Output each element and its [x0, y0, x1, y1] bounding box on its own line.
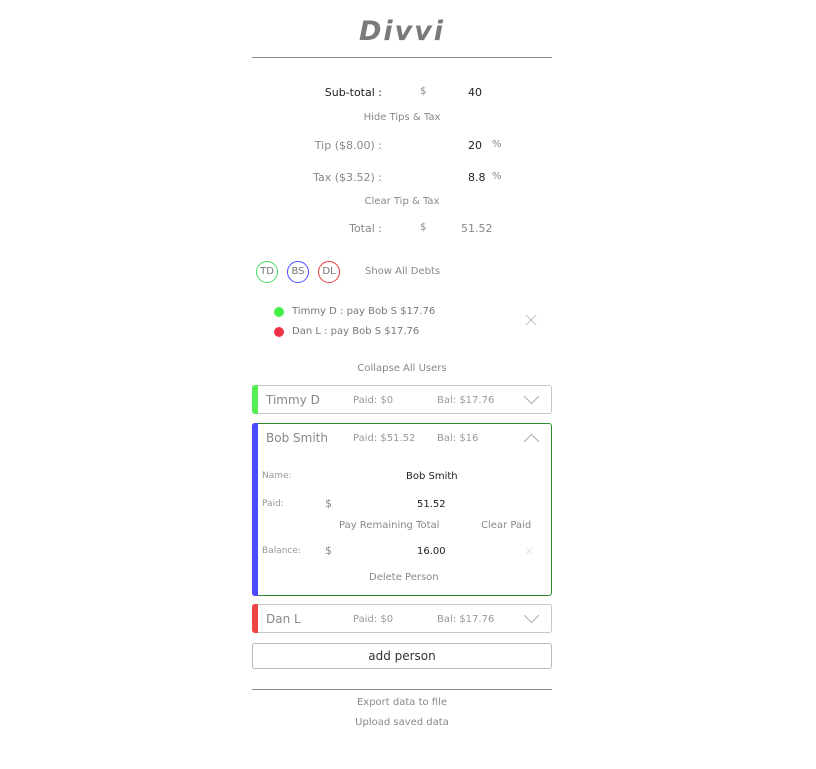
user-paid: Paid: $51.52 — [353, 433, 416, 444]
avatar-td[interactable]: TD — [256, 261, 278, 283]
balance-field-label: Balance: — [262, 546, 301, 556]
debt-item: Dan L : pay Bob S $17.76 — [292, 326, 420, 337]
paid-field[interactable]: 51.52 — [417, 499, 446, 510]
tip-label: Tip ($8.00) : — [314, 139, 382, 152]
paid-field-label: Paid: — [262, 499, 284, 509]
total-value: 51.52 — [461, 222, 493, 235]
delete-person-button[interactable]: Delete Person — [369, 572, 439, 583]
user-paid: Paid: $0 — [353, 614, 394, 625]
subtotal-label: Sub-total : — [324, 86, 382, 99]
total-currency: $ — [420, 222, 427, 233]
subtotal-currency: $ — [420, 86, 427, 97]
user-card-dan[interactable]: Dan L Paid: $0 Bal: $17.76 — [252, 604, 552, 633]
debt-dot-green — [274, 307, 284, 317]
user-color-bar — [252, 385, 258, 414]
subtotal-input[interactable]: 40 — [468, 86, 482, 99]
app-title: Divvi — [358, 16, 446, 47]
paid-currency: $ — [325, 497, 332, 510]
close-icon[interactable] — [524, 313, 538, 327]
add-person-button[interactable]: add person — [252, 643, 552, 669]
clear-paid-button[interactable]: Clear Paid — [481, 520, 531, 531]
user-name: Timmy D — [266, 393, 320, 407]
avatar-dl[interactable]: DL — [318, 261, 340, 283]
name-field[interactable]: Bob Smith — [406, 471, 458, 482]
chevron-down-icon[interactable] — [523, 607, 540, 624]
user-color-bar — [252, 423, 258, 596]
debt-item: Timmy D : pay Bob S $17.76 — [292, 306, 436, 317]
export-data-link[interactable]: Export data to file — [252, 697, 552, 708]
footer-divider — [252, 689, 552, 690]
chevron-down-icon[interactable] — [523, 388, 540, 405]
tax-label: Tax ($3.52) : — [313, 171, 382, 184]
user-name: Bob Smith — [266, 431, 328, 445]
user-paid: Paid: $0 — [353, 395, 394, 406]
collapse-all-users-button[interactable]: Collapse All Users — [252, 363, 552, 374]
debt-dot-red — [274, 327, 284, 337]
pay-remaining-button[interactable]: Pay Remaining Total — [339, 520, 439, 531]
tip-percent-symbol: % — [492, 139, 502, 150]
hide-tips-tax-toggle[interactable]: Hide Tips & Tax — [252, 112, 552, 123]
user-color-bar — [252, 604, 258, 633]
user-card-timmy[interactable]: Timmy D Paid: $0 Bal: $17.76 — [252, 385, 552, 414]
header-divider — [252, 57, 552, 58]
upload-data-link[interactable]: Upload saved data — [252, 717, 552, 728]
user-balance: Bal: $16 — [437, 433, 479, 444]
user-balance: Bal: $17.76 — [437, 395, 495, 406]
user-name: Dan L — [266, 612, 301, 626]
user-card-bob[interactable]: Bob Smith Paid: $51.52 Bal: $16 Name: Bo… — [252, 423, 552, 596]
tax-input[interactable]: 8.8 — [468, 171, 486, 184]
chevron-up-icon[interactable] — [523, 433, 540, 450]
show-all-debts-button[interactable]: Show All Debts — [365, 266, 440, 277]
tip-input[interactable]: 20 — [468, 139, 482, 152]
close-icon[interactable] — [525, 545, 533, 555]
clear-tip-tax-button[interactable]: Clear Tip & Tax — [252, 196, 552, 207]
balance-field: 16.00 — [417, 546, 446, 557]
avatar-bs[interactable]: BS — [287, 261, 309, 283]
user-balance: Bal: $17.76 — [437, 614, 495, 625]
total-label: Total : — [349, 222, 382, 235]
tax-percent-symbol: % — [492, 171, 502, 182]
balance-currency: $ — [325, 544, 332, 557]
name-field-label: Name: — [262, 471, 292, 481]
